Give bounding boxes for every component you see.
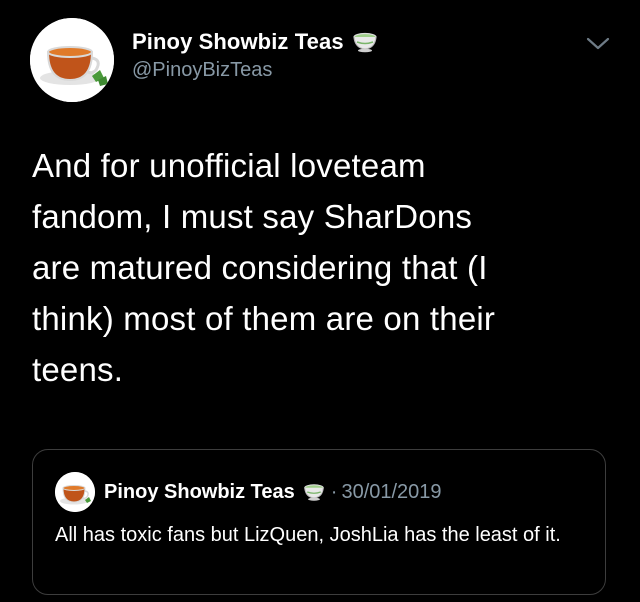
green-tea-cup-icon: [352, 31, 378, 53]
profile-avatar[interactable]: [30, 18, 114, 102]
dot-separator: ·: [330, 480, 338, 503]
display-name-row: Pinoy Showbiz Teas: [132, 27, 378, 57]
quoted-avatar: [55, 472, 95, 512]
user-handle[interactable]: @PinoyBizTeas: [132, 59, 378, 82]
tea-cup-avatar-icon: [30, 18, 114, 102]
green-tea-cup-icon: [303, 482, 325, 502]
quoted-display-name: Pinoy Showbiz Teas: [104, 480, 295, 503]
display-name[interactable]: Pinoy Showbiz Teas: [132, 29, 344, 55]
quoted-tweet-header: Pinoy Showbiz Teas · 30/01/2019: [55, 472, 442, 512]
quoted-tweet-text: All has toxic fans but LizQuen, JoshLia …: [55, 524, 561, 546]
tweet-text: And for unofficial loveteam fandom, I mu…: [32, 147, 496, 388]
tweet: Pinoy Showbiz Teas @PinoyBizTeas And for…: [0, 0, 640, 602]
tweet-author[interactable]: Pinoy Showbiz Teas @PinoyBizTeas: [132, 27, 378, 82]
quoted-tweet-date: 30/01/2019: [341, 480, 442, 503]
chevron-down-icon[interactable]: [585, 36, 611, 52]
tea-cup-avatar-icon: [55, 472, 95, 512]
quoted-tweet-card[interactable]: Pinoy Showbiz Teas · 30/01/2019 All has …: [32, 449, 606, 595]
